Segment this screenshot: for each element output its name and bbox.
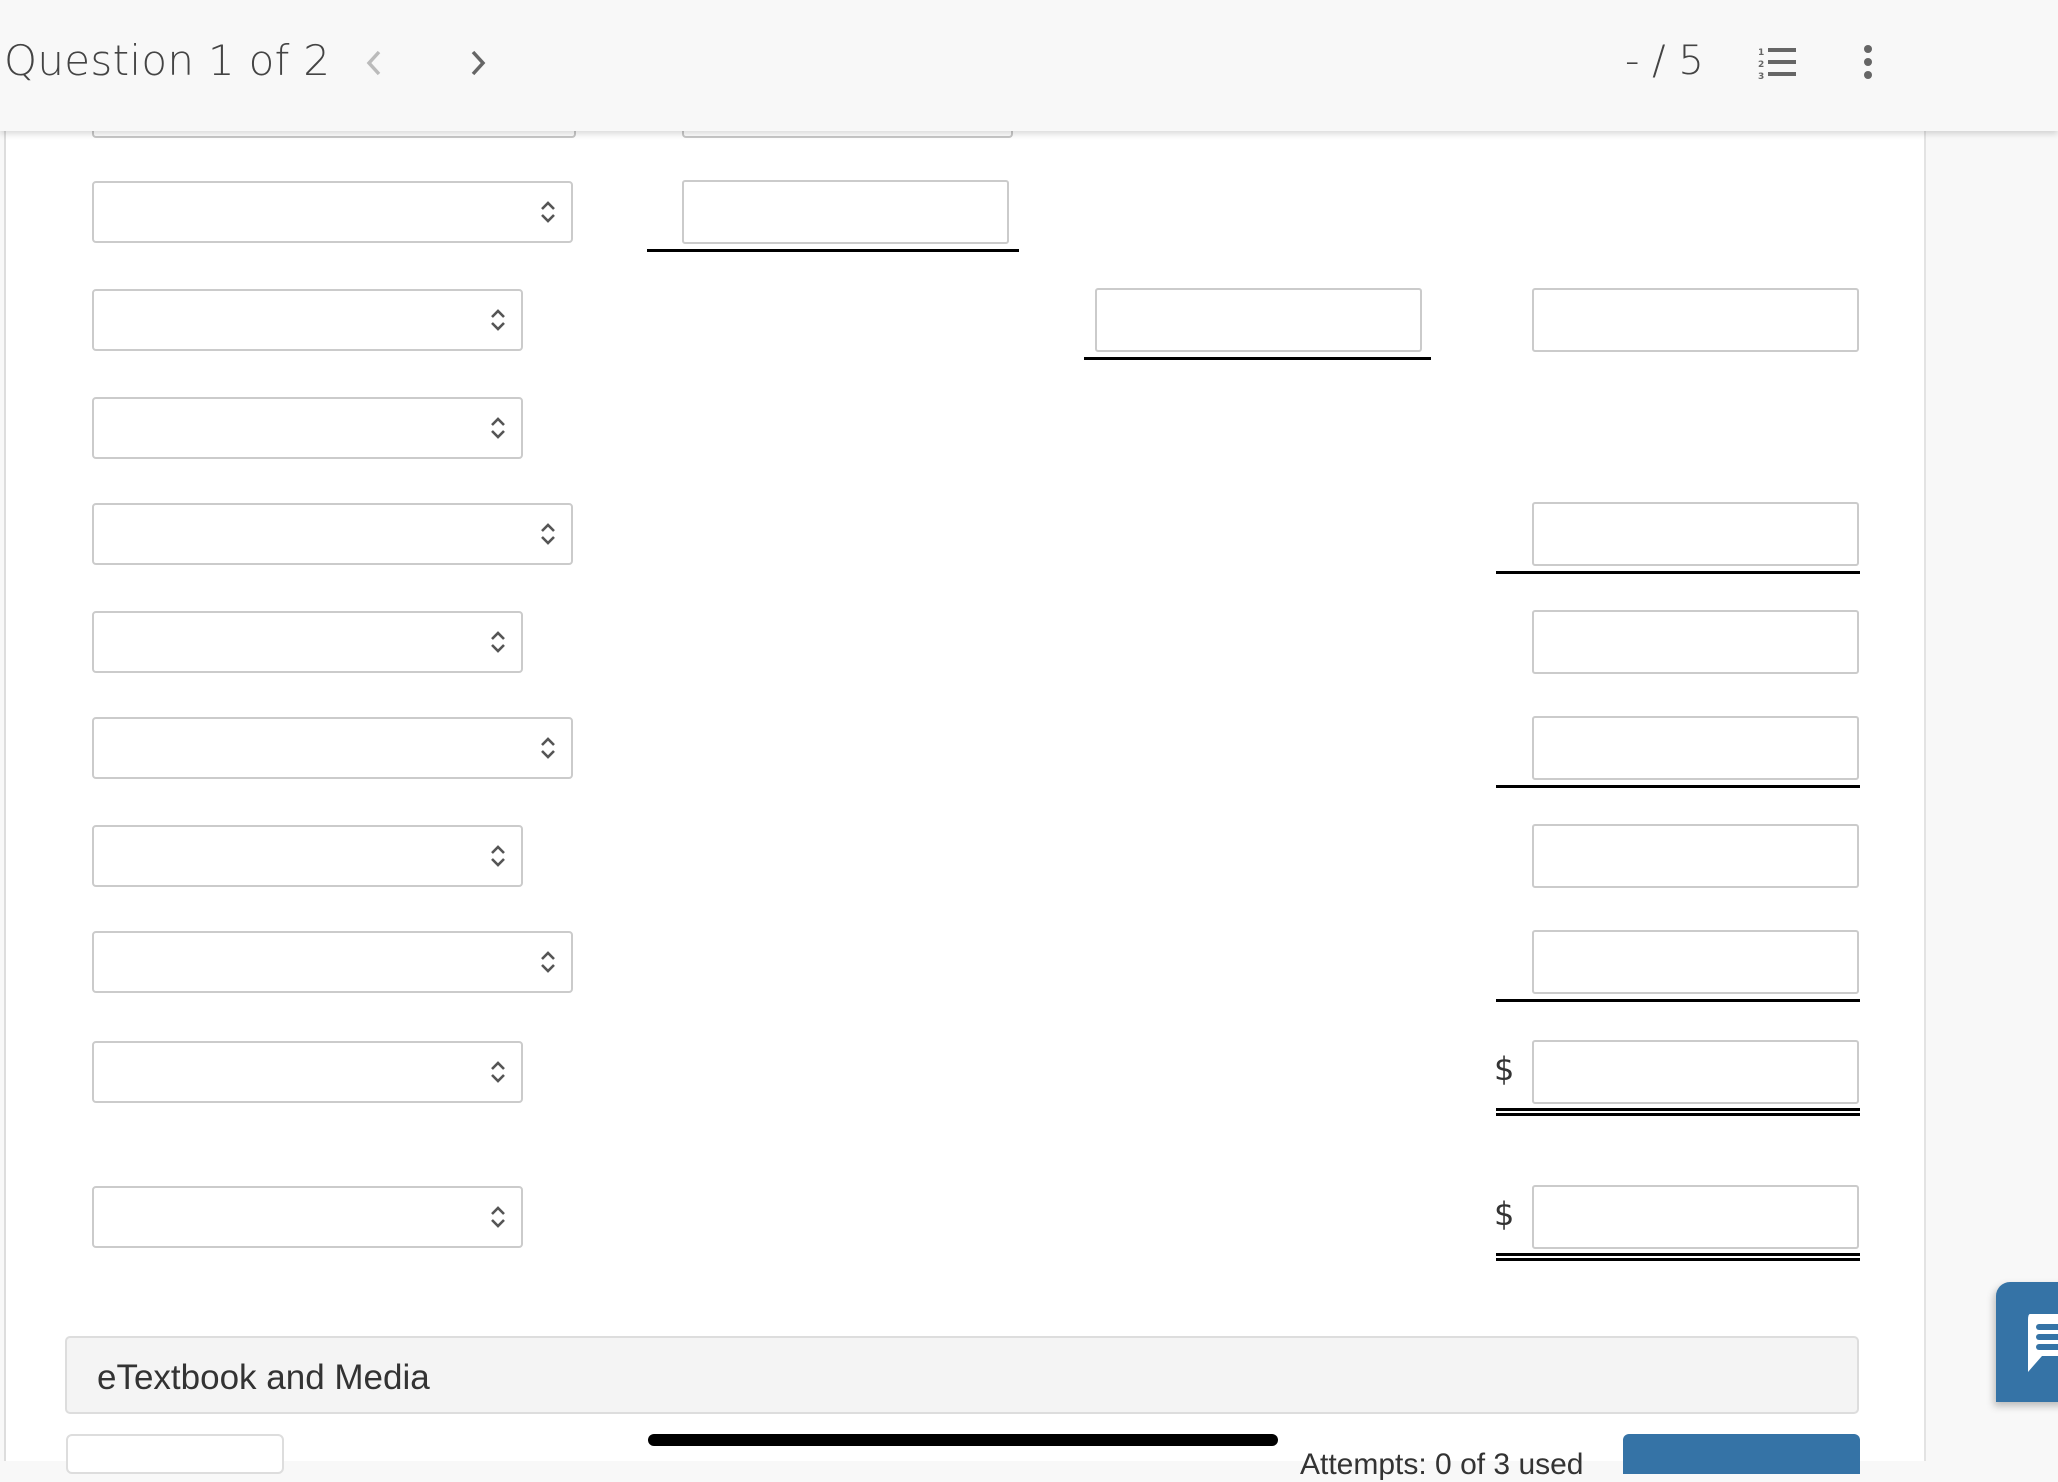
account-select-8[interactable] bbox=[92, 931, 573, 993]
previous-question-button[interactable] bbox=[354, 40, 394, 86]
account-select-1[interactable] bbox=[92, 181, 573, 243]
secondary-button[interactable] bbox=[66, 1434, 284, 1474]
chevron-left-icon bbox=[366, 50, 381, 76]
etextbook-and-media-section[interactable]: eTextbook and Media bbox=[65, 1336, 1859, 1414]
svg-text:2: 2 bbox=[1758, 60, 1764, 70]
svg-text:3: 3 bbox=[1758, 72, 1764, 80]
amount-input-row10-col3[interactable] bbox=[1532, 1185, 1859, 1249]
subtotal-underline bbox=[1496, 999, 1860, 1002]
currency-symbol: $ bbox=[1494, 1195, 1515, 1233]
subtotal-underline bbox=[647, 249, 1019, 252]
select-chevron-icon bbox=[489, 416, 507, 440]
account-select-4[interactable] bbox=[92, 503, 573, 565]
account-select-10[interactable] bbox=[92, 1186, 523, 1248]
score-display: - / 5 bbox=[1625, 38, 1704, 84]
chevron-right-icon bbox=[471, 50, 486, 76]
question-counter: Question 1 of 2 bbox=[4, 36, 331, 85]
select-chevron-icon bbox=[489, 630, 507, 654]
select-chevron-icon bbox=[489, 308, 507, 332]
total-double-underline bbox=[1496, 1253, 1860, 1261]
amount-input-row9-col3[interactable] bbox=[1532, 1040, 1859, 1104]
select-chevron-icon bbox=[489, 844, 507, 868]
next-question-button[interactable] bbox=[458, 40, 498, 86]
amount-input-row1-col1[interactable] bbox=[682, 180, 1009, 244]
account-select-6[interactable] bbox=[92, 717, 573, 779]
total-double-underline bbox=[1496, 1108, 1860, 1116]
select-chevron-icon bbox=[539, 200, 557, 224]
select-chevron-icon bbox=[489, 1060, 507, 1084]
numbered-list-icon[interactable]: 1 2 3 bbox=[1758, 46, 1800, 80]
select-chevron-icon bbox=[539, 736, 557, 760]
etextbook-label: eTextbook and Media bbox=[97, 1358, 430, 1397]
amount-input-row4-col3[interactable] bbox=[1532, 502, 1859, 566]
scroll-indicator-bar bbox=[648, 1434, 1278, 1446]
amount-input-row6-col3[interactable] bbox=[1532, 716, 1859, 780]
account-select-9[interactable] bbox=[92, 1041, 523, 1103]
chat-help-button[interactable] bbox=[1996, 1282, 2058, 1402]
amount-input-row5-col3[interactable] bbox=[1532, 610, 1859, 674]
amount-input-row2-col3[interactable] bbox=[1532, 288, 1859, 352]
amount-input-row7-col3[interactable] bbox=[1532, 824, 1859, 888]
amount-input-row2-col2[interactable] bbox=[1095, 288, 1422, 352]
select-chevron-icon bbox=[539, 522, 557, 546]
attempts-counter: Attempts: 0 of 3 used bbox=[1300, 1448, 1584, 1481]
account-select-2[interactable] bbox=[92, 289, 523, 351]
vertical-ellipsis-icon[interactable] bbox=[1860, 44, 1876, 84]
amount-input-row8-col3[interactable] bbox=[1532, 930, 1859, 994]
account-select-3[interactable] bbox=[92, 397, 523, 459]
svg-text:1: 1 bbox=[1758, 48, 1764, 58]
account-select-5[interactable] bbox=[92, 611, 523, 673]
subtotal-underline bbox=[1496, 571, 1860, 574]
subtotal-underline bbox=[1496, 785, 1860, 788]
subtotal-underline bbox=[1084, 357, 1431, 360]
question-header: Question 1 of 2 - / 5 1 2 3 bbox=[0, 0, 2058, 131]
select-chevron-icon bbox=[489, 1205, 507, 1229]
select-chevron-icon bbox=[539, 950, 557, 974]
chat-bubble-icon bbox=[2028, 1314, 2058, 1372]
currency-symbol: $ bbox=[1494, 1050, 1515, 1088]
account-select-7[interactable] bbox=[92, 825, 523, 887]
submit-answer-button[interactable] bbox=[1623, 1434, 1860, 1474]
